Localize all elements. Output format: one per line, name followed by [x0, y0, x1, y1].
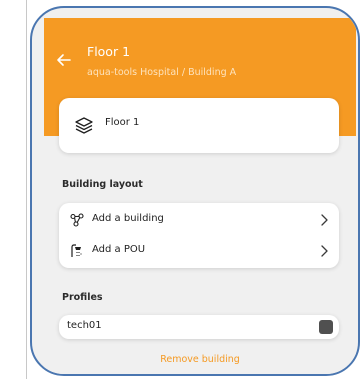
profiles-heading: Profiles — [62, 292, 103, 303]
floor-card[interactable]: Floor 1 — [59, 98, 339, 153]
graph-nodes-icon — [70, 213, 84, 227]
floor-card-label: Floor 1 — [105, 117, 140, 128]
add-building-item[interactable]: Add a building — [59, 204, 339, 236]
shower-icon — [71, 244, 82, 257]
profile-item[interactable]: tech01 — [59, 315, 339, 339]
back-arrow-icon[interactable] — [54, 50, 74, 70]
chevron-right-icon — [321, 214, 328, 226]
add-building-label: Add a building — [92, 213, 164, 224]
app-screen: Floor 1 aqua-tools Hospital / Building A… — [44, 18, 356, 374]
chevron-right-icon — [321, 245, 328, 257]
remove-building-button[interactable]: Remove building — [44, 354, 356, 365]
layers-icon — [75, 117, 93, 134]
page-title: Floor 1 — [87, 44, 131, 59]
profile-item-label: tech01 — [67, 320, 102, 331]
add-pou-label: Add a POU — [92, 244, 146, 255]
breadcrumb: aqua-tools Hospital / Building A — [87, 67, 237, 78]
device-frame: Floor 1 aqua-tools Hospital / Building A… — [30, 6, 360, 376]
building-layout-list: Add a building Add a POU — [59, 203, 339, 268]
add-pou-item[interactable]: Add a POU — [59, 235, 339, 267]
left-edge-line — [26, 0, 27, 379]
profile-checkbox[interactable] — [319, 320, 333, 334]
building-layout-heading: Building layout — [62, 179, 143, 190]
